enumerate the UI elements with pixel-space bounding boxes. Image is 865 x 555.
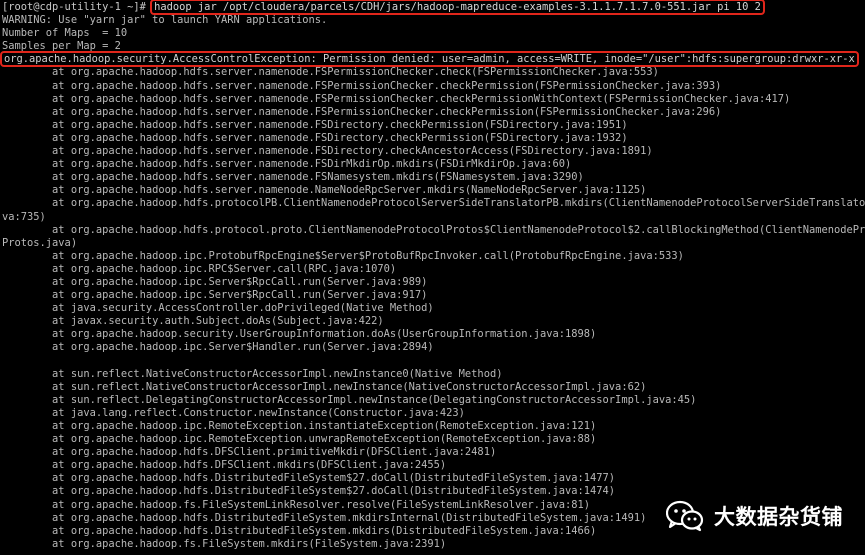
- stack-trace-line: at org.apache.hadoop.ipc.Server$Handler.…: [2, 341, 434, 354]
- stack-trace-line: va:735): [2, 210, 46, 223]
- stack-trace-line: at sun.reflect.NativeConstructorAccessor…: [2, 380, 647, 393]
- stack-trace-line: at org.apache.hadoop.hdfs.protocolPB.Cli…: [2, 197, 865, 210]
- stack-trace-line: at org.apache.hadoop.ipc.RemoteException…: [2, 420, 597, 432]
- highlighted-exception: org.apache.hadoop.security.AccessControl…: [0, 51, 859, 68]
- terminal-output[interactable]: [root@cdp-utility-1 ~]# hadoop jar /opt/…: [0, 0, 865, 551]
- stack-trace-line: at org.apache.hadoop.hdfs.server.namenod…: [2, 131, 628, 144]
- terminal-window[interactable]: [root@cdp-utility-1 ~]# hadoop jar /opt/…: [0, 0, 865, 555]
- stack-trace-line: at java.security.AccessController.doPriv…: [2, 302, 434, 315]
- stack-trace-line: at sun.reflect.DelegatingConstructorAcce…: [2, 393, 697, 406]
- stack-trace-line: at javax.security.auth.Subject.doAs(Subj…: [2, 315, 384, 328]
- stack-trace-line: at org.apache.hadoop.hdfs.server.namenod…: [2, 118, 628, 131]
- stack-trace-line: at org.apache.hadoop.hdfs.DistributedFil…: [2, 485, 616, 498]
- stack-trace-line: at org.apache.hadoop.hdfs.server.namenod…: [2, 145, 653, 158]
- output-line: WARNING: Use "yarn jar" to launch YARN a…: [2, 14, 328, 27]
- stack-trace-line: at org.apache.hadoop.hdfs.server.namenod…: [2, 158, 572, 171]
- stack-trace-line: at java.lang.reflect.Constructor.newInst…: [2, 406, 465, 419]
- stack-trace-line: at org.apache.hadoop.ipc.ProtobufRpcEngi…: [2, 249, 684, 262]
- exception-line: org.apache.hadoop.security.AccessControl…: [0, 51, 864, 68]
- shell-prompt: [root@cdp-utility-1 ~]#: [2, 1, 153, 13]
- stack-trace-line: at org.apache.hadoop.hdfs.server.namenod…: [2, 105, 722, 118]
- stack-trace-line: at org.apache.hadoop.ipc.Server$RpcCall.…: [2, 275, 428, 288]
- stack-trace-line: at org.apache.hadoop.ipc.RemoteException…: [2, 433, 597, 446]
- command-line: [root@cdp-utility-1 ~]# hadoop jar /opt/…: [2, 0, 864, 15]
- wechat-icon: [665, 500, 704, 532]
- stack-trace-line: at org.apache.hadoop.hdfs.DFSClient.mkdi…: [2, 459, 447, 472]
- stack-trace-line: at org.apache.hadoop.hdfs.server.namenod…: [2, 66, 659, 79]
- stack-trace-line: at org.apache.hadoop.hdfs.server.namenod…: [2, 79, 722, 92]
- stack-trace-line: at org.apache.hadoop.ipc.RPC$Server.call…: [2, 262, 397, 275]
- stack-trace-line: at org.apache.hadoop.hdfs.DistributedFil…: [2, 472, 616, 485]
- stack-trace-line: at org.apache.hadoop.ipc.Server$RpcCall.…: [2, 289, 428, 302]
- stack-trace-line: [2, 355, 864, 368]
- stack-trace-line: at sun.reflect.NativeConstructorAccessor…: [2, 367, 503, 380]
- highlighted-command: hadoop jar /opt/cloudera/parcels/CDH/jar…: [150, 0, 765, 15]
- stack-trace-line: Protos.java): [2, 236, 78, 249]
- stack-trace-line: at org.apache.hadoop.security.UserGroupI…: [2, 328, 597, 341]
- stack-trace-line: at org.apache.hadoop.fs.FileSystem.mkdir…: [2, 537, 447, 550]
- stack-trace-line: at org.apache.hadoop.hdfs.server.namenod…: [2, 171, 584, 184]
- stack-trace: at org.apache.hadoop.hdfs.server.namenod…: [2, 66, 865, 550]
- output-line: Number of Maps = 10: [2, 27, 128, 40]
- stack-trace-line: at org.apache.hadoop.hdfs.server.namenod…: [2, 184, 647, 197]
- stack-trace-line: at org.apache.hadoop.hdfs.protocol.proto…: [2, 223, 865, 236]
- watermark: 大数据杂货铺: [665, 499, 843, 533]
- stack-trace-line: at org.apache.hadoop.hdfs.server.namenod…: [2, 92, 791, 105]
- stack-trace-line: at org.apache.hadoop.hdfs.DFSClient.prim…: [2, 446, 497, 459]
- watermark-text: 大数据杂货铺: [714, 505, 843, 529]
- output-line: Samples per Map = 2: [2, 40, 121, 53]
